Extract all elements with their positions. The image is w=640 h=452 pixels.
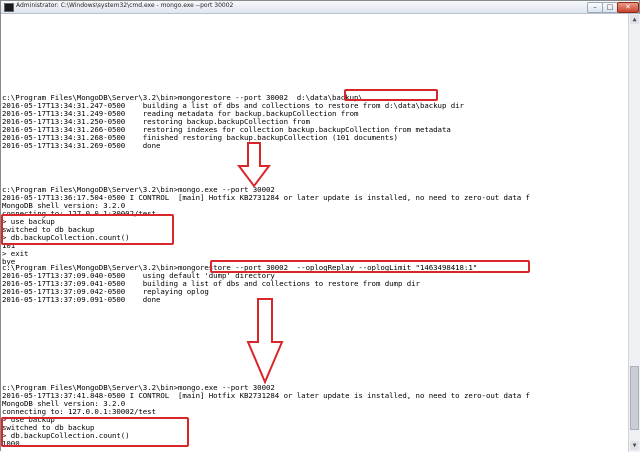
scroll-up-icon[interactable]: ▲ [630,15,639,24]
arrow-down-icon [246,298,284,384]
vertical-scrollbar[interactable]: ▲ ▼ [628,14,640,452]
scrollbar-thumb[interactable] [630,366,639,430]
close-button[interactable]: ✕ [617,2,639,13]
title-bar[interactable]: Administrator: C:\Windows\system32\cmd.e… [1,1,639,14]
backup-path-highlight [344,89,438,101]
scroll-down-icon[interactable]: ▼ [630,441,639,450]
oplog-restore-highlight [210,260,530,273]
first-count-highlight [1,214,174,245]
console-line: 2016-05-17T13:34:31.269-0500 done [2,141,161,150]
arrow-down-icon [237,142,271,188]
console-line: 2016-05-17T13:37:09.091-0500 done [2,295,161,304]
window-title: Administrator: C:\Windows\system32\cmd.e… [16,2,234,9]
second-count-highlight [1,417,189,447]
minimize-button[interactable]: – [587,2,603,13]
console-window: Administrator: C:\Windows\system32\cmd.e… [0,0,640,452]
console-icon [4,3,14,12]
maximize-button[interactable]: □ [602,2,618,13]
